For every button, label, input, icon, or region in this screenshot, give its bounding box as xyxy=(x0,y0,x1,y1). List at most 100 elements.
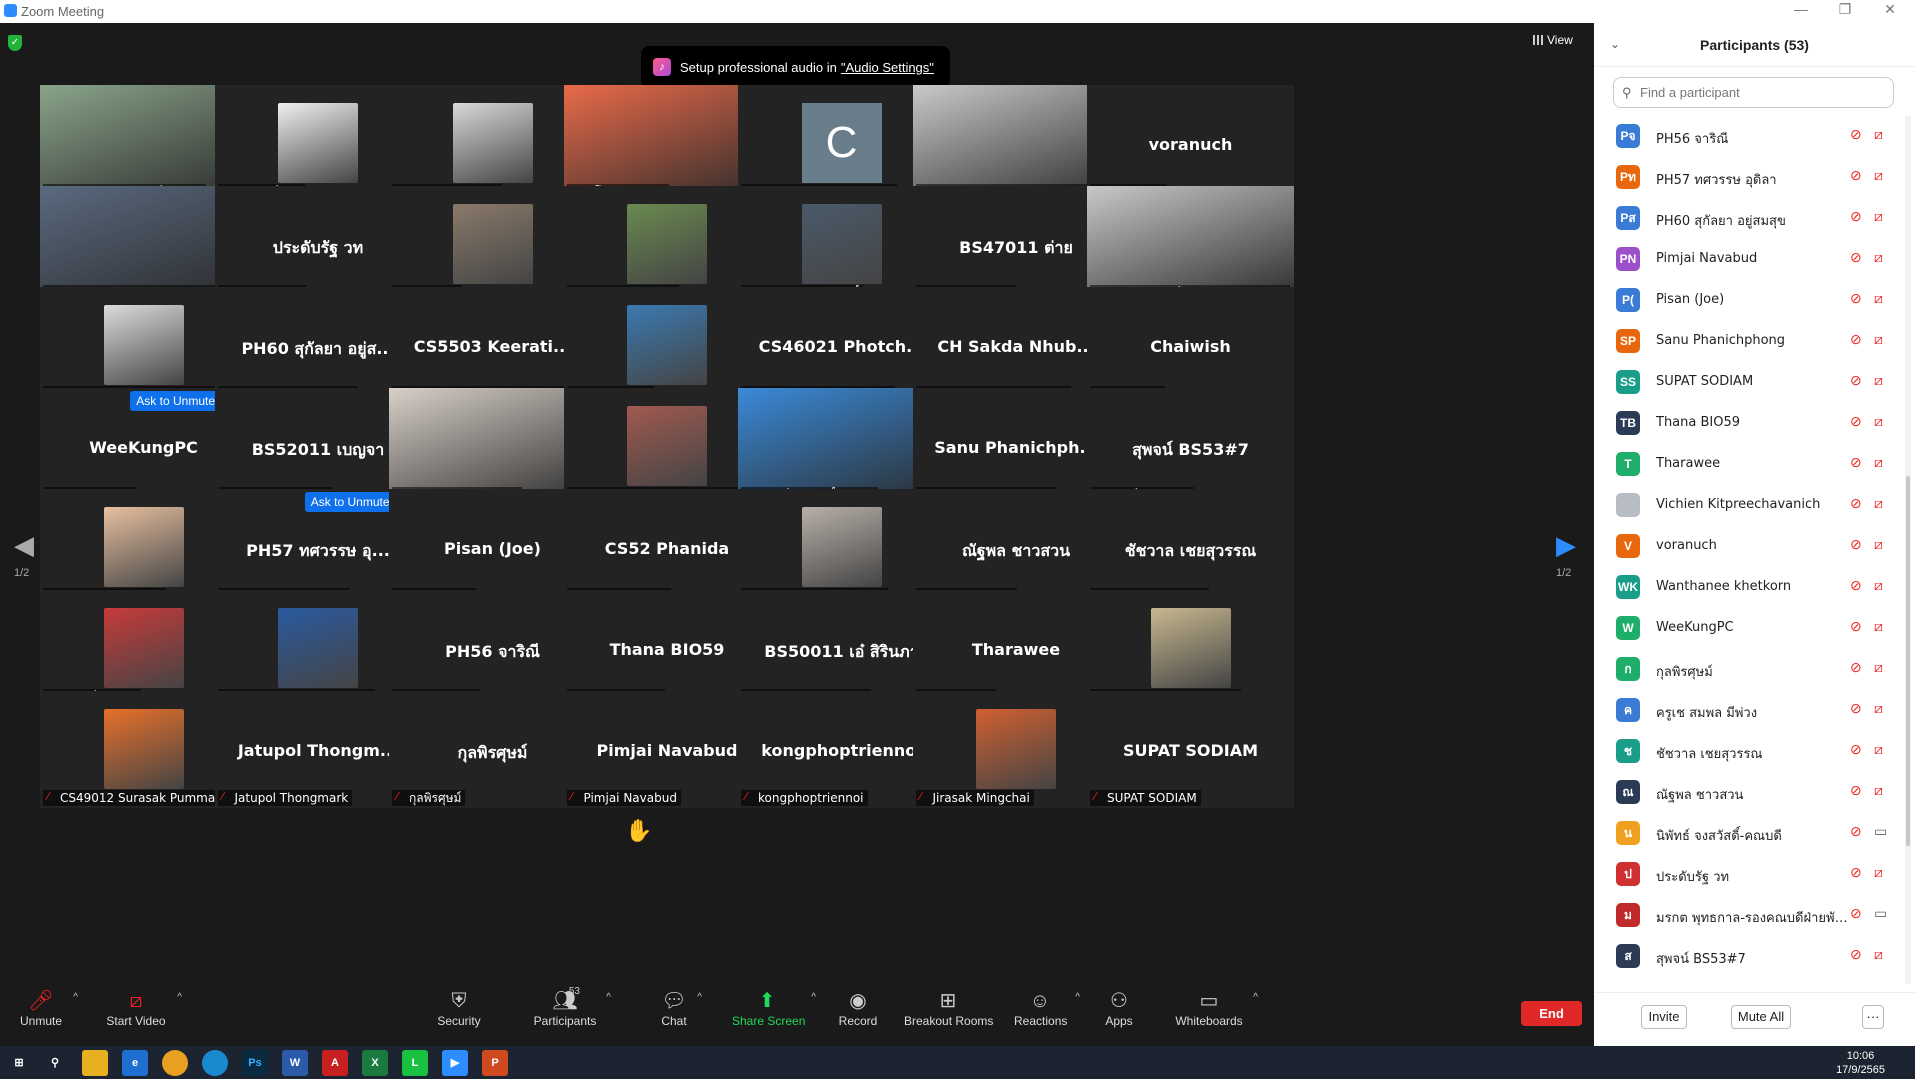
file-explorer-icon[interactable] xyxy=(82,1050,108,1076)
video-off-icon[interactable]: ⧄ xyxy=(1874,126,1883,143)
next-page-button[interactable]: ▶ 1/2 xyxy=(1556,530,1576,579)
video-off-icon[interactable]: ⧄ xyxy=(1874,700,1883,717)
video-on-icon[interactable]: ▭ xyxy=(1874,823,1887,840)
line-icon[interactable]: L xyxy=(402,1050,428,1076)
participant-row[interactable]: Vvoranuch ⊘ ⧄ xyxy=(1594,526,1905,567)
participant-row[interactable]: Pส PH60 สุกัลยา อยู่สมสุข ⊘ ⧄ xyxy=(1594,198,1905,239)
video-off-icon[interactable]: ⧄ xyxy=(1874,290,1883,307)
participant-row[interactable]: Pจ PH56 จาริณี ⊘ ⧄ xyxy=(1594,116,1905,157)
security-button[interactable]: ⛨ Security xyxy=(437,988,481,1028)
mic-muted-icon[interactable]: ⊘ xyxy=(1850,454,1862,471)
prev-page-button[interactable]: ◀ 1/2 xyxy=(14,530,34,579)
video-off-icon[interactable]: ⧄ xyxy=(1874,208,1883,225)
search-icon[interactable]: ⚲ xyxy=(42,1050,68,1076)
video-tile[interactable]: SUPAT SODIAM ⁄ SUPAT SODIAM xyxy=(1087,691,1294,808)
participant-row[interactable]: P(Pisan (Joe) ⊘ ⧄ xyxy=(1594,280,1905,321)
video-off-icon[interactable]: ⧄ xyxy=(1874,577,1883,594)
video-off-icon[interactable]: ⧄ xyxy=(1874,413,1883,430)
share-screen-button[interactable]: ⬆ Share Screen ^ xyxy=(732,988,816,1028)
excel-icon[interactable]: X xyxy=(362,1050,388,1076)
apps-button[interactable]: ⚇ Apps xyxy=(1104,988,1134,1028)
participant-row[interactable]: W WeeKungPC ⊘ ⧄ xyxy=(1594,608,1905,649)
chevron-up-icon[interactable]: ^ xyxy=(1075,992,1080,1003)
video-on-icon[interactable]: ▭ xyxy=(1874,905,1887,922)
encryption-shield-icon[interactable]: ✓ xyxy=(8,35,22,51)
participant-list-scrollbar[interactable] xyxy=(1905,116,1911,984)
restore-button[interactable]: ❐ xyxy=(1825,1,1865,18)
system-clock[interactable]: 10:06 17/9/2565 xyxy=(1836,1049,1885,1077)
chevron-up-icon[interactable]: ^ xyxy=(697,992,702,1003)
video-off-icon[interactable]: ⧄ xyxy=(1874,741,1883,758)
scrollbar-thumb[interactable] xyxy=(1906,476,1910,846)
video-off-icon[interactable]: ⧄ xyxy=(1874,659,1883,676)
video-off-icon[interactable]: ⧄ xyxy=(1874,495,1883,512)
participant-row[interactable]: ณ ณัฐพล ชาวสวน ⊘ ⧄ xyxy=(1594,772,1905,813)
mic-muted-icon[interactable]: ⊘ xyxy=(1850,905,1862,922)
edge-icon[interactable] xyxy=(202,1050,228,1076)
participant-row[interactable]: SS SUPAT SODIAM ⊘ ⧄ xyxy=(1594,362,1905,403)
participant-row[interactable]: PN Pimjai Navabud ⊘ ⧄ xyxy=(1594,239,1905,280)
start-video-button[interactable]: ⧄ Start Video ^ xyxy=(104,988,182,1028)
windows-start-icon[interactable]: ⊞ xyxy=(6,1050,32,1076)
mute-all-button[interactable]: Mute All xyxy=(1731,1005,1791,1029)
video-tile[interactable]: ชัชวาล เชยสุวรรณ⁄ชัชวาล เชยสุวรรณ xyxy=(1087,489,1294,606)
mic-muted-icon[interactable]: ⊘ xyxy=(1850,126,1862,143)
video-off-icon[interactable]: ⧄ xyxy=(1874,864,1883,881)
mic-muted-icon[interactable]: ⊘ xyxy=(1850,495,1862,512)
participant-row[interactable]: ส สุพจน์ BS53#7 ⊘ ⧄ xyxy=(1594,936,1905,977)
participant-row[interactable]: น นิพัทธ์ จงสวัสดิ์-คณบดี ⊘ ▭ xyxy=(1594,813,1905,854)
mic-muted-icon[interactable]: ⊘ xyxy=(1850,946,1862,963)
mic-muted-icon[interactable]: ⊘ xyxy=(1850,372,1862,389)
internet-explorer-icon[interactable]: e xyxy=(122,1050,148,1076)
word-icon[interactable]: W xyxy=(282,1050,308,1076)
more-options-button[interactable]: ··· xyxy=(1862,1005,1884,1029)
invite-button[interactable]: Invite xyxy=(1641,1005,1687,1029)
end-meeting-button[interactable]: End xyxy=(1521,1001,1582,1026)
participant-row[interactable]: ก กุลพิรศุษม์ ⊘ ⧄ xyxy=(1594,649,1905,690)
zoom-icon[interactable]: ▶ xyxy=(442,1050,468,1076)
video-tile[interactable]: Chaiwish⁄Chaiwish xyxy=(1087,287,1294,404)
mic-muted-icon[interactable]: ⊘ xyxy=(1850,208,1862,225)
video-off-icon[interactable]: ⧄ xyxy=(1874,946,1883,963)
view-button[interactable]: View xyxy=(1533,33,1573,47)
whiteboards-button[interactable]: ▭ Whiteboards ^ xyxy=(1174,988,1258,1028)
participant-row[interactable]: ช ชัชวาล เชยสุวรรณ ⊘ ⧄ xyxy=(1594,731,1905,772)
participant-row[interactable]: Vichien Kitpreechavanich ⊘ ⧄ xyxy=(1594,485,1905,526)
audio-settings-link[interactable]: "Audio Settings" xyxy=(841,60,934,75)
mic-muted-icon[interactable]: ⊘ xyxy=(1850,823,1862,840)
video-off-icon[interactable]: ⧄ xyxy=(1874,782,1883,799)
mic-muted-icon[interactable]: ⊘ xyxy=(1850,659,1862,676)
participants-button[interactable]: 👥︎ 53 Participants ^ xyxy=(533,986,611,1028)
chevron-up-icon[interactable]: ^ xyxy=(73,992,78,1003)
video-off-icon[interactable]: ⧄ xyxy=(1874,454,1883,471)
chat-button[interactable]: 💬︎ Chat ^ xyxy=(660,988,702,1028)
chevron-up-icon[interactable]: ^ xyxy=(1253,992,1258,1003)
video-off-icon[interactable]: ⧄ xyxy=(1874,331,1883,348)
video-tile[interactable]: ⁄Panphat Batphantana xyxy=(1087,590,1294,707)
mic-muted-icon[interactable]: ⊘ xyxy=(1850,700,1862,717)
mic-muted-icon[interactable]: ⊘ xyxy=(1850,536,1862,553)
participant-row[interactable]: SP Sanu Phanichphong ⊘ ⧄ xyxy=(1594,321,1905,362)
participant-row[interactable]: ค ครูเช สมพล มีพ่วง ⊘ ⧄ xyxy=(1594,690,1905,731)
mic-muted-icon[interactable]: ⊘ xyxy=(1850,864,1862,881)
ask-to-unmute-button[interactable]: Ask to Unmute xyxy=(304,492,396,512)
mic-muted-icon[interactable]: ⊘ xyxy=(1850,782,1862,799)
participant-search-input[interactable]: ⚲ Find a participant xyxy=(1613,77,1894,108)
video-off-icon[interactable]: ⧄ xyxy=(1874,167,1883,184)
chevron-up-icon[interactable]: ^ xyxy=(177,992,182,1003)
mic-muted-icon[interactable]: ⊘ xyxy=(1850,413,1862,430)
video-off-icon[interactable]: ⧄ xyxy=(1874,372,1883,389)
video-off-icon[interactable]: ⧄ xyxy=(1874,618,1883,635)
video-off-icon[interactable]: ⧄ xyxy=(1874,249,1883,266)
video-tile[interactable]: สุพจน์ BS53#7⁄สุพจน์ BS53#7 xyxy=(1087,388,1294,505)
participant-row[interactable]: ป ประดับรัฐ วท ⊘ ⧄ xyxy=(1594,854,1905,895)
mic-muted-icon[interactable]: ⊘ xyxy=(1850,290,1862,307)
chrome-icon[interactable] xyxy=(162,1050,188,1076)
mic-muted-icon[interactable]: ⊘ xyxy=(1850,741,1862,758)
reactions-button[interactable]: ☺ Reactions ^ xyxy=(1014,988,1080,1028)
video-off-icon[interactable]: ⧄ xyxy=(1874,536,1883,553)
participant-row[interactable]: ม มรกต พุทธกาล-รองคณบดีฝ่ายพัฒน... ⊘ ▭ xyxy=(1594,895,1905,936)
breakout-rooms-button[interactable]: ⊞ Breakout Rooms xyxy=(904,988,993,1028)
mic-muted-icon[interactable]: ⊘ xyxy=(1850,331,1862,348)
chevron-up-icon[interactable]: ^ xyxy=(606,992,611,1003)
